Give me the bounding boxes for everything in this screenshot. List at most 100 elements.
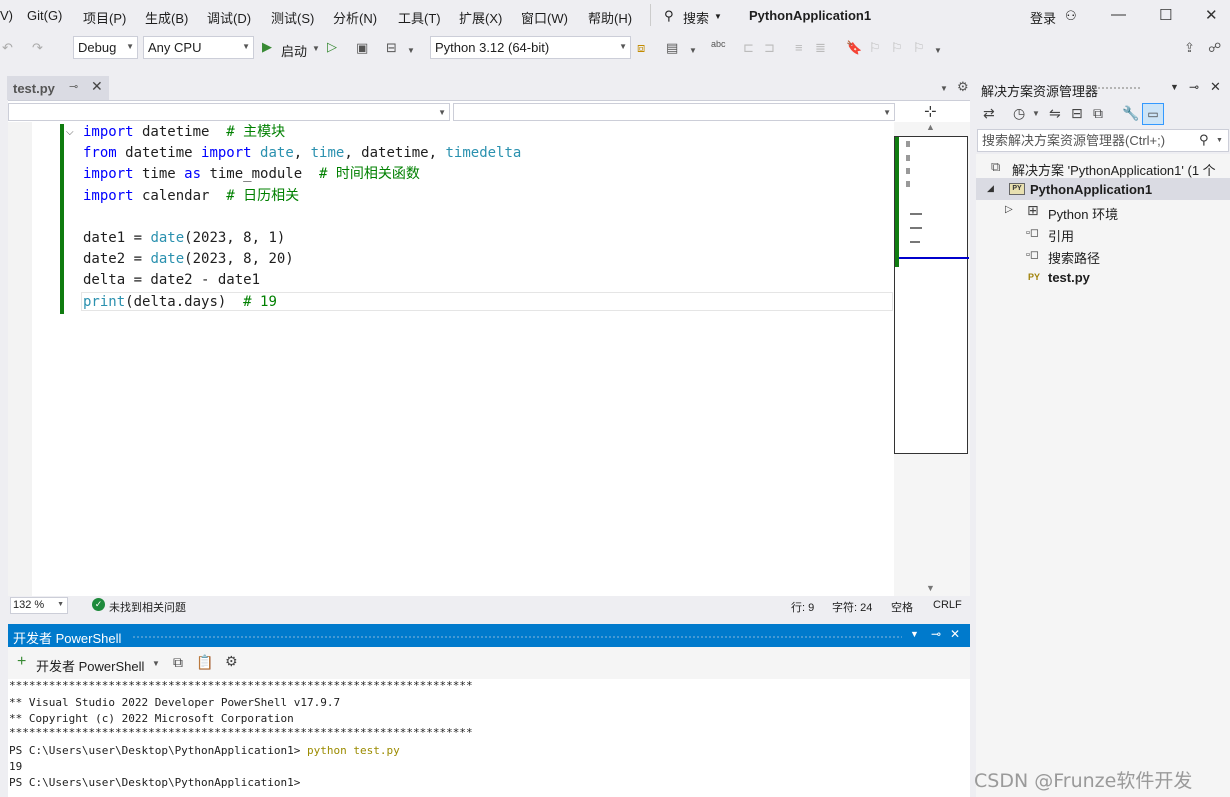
line-ending-indicator[interactable]: CRLF	[933, 599, 962, 611]
redo-icon[interactable]: ↷	[32, 40, 43, 56]
expanded-arrow-icon[interactable]: ◢	[987, 183, 994, 194]
tree-item-search-paths[interactable]: ▫◻ 搜索路径	[976, 244, 1230, 266]
paste-icon[interactable]: 📋	[196, 654, 213, 671]
maximize-button[interactable]: ☐	[1159, 6, 1172, 24]
scroll-down-icon[interactable]: ▼	[926, 583, 935, 593]
start-button[interactable]: 启动	[281, 41, 307, 60]
play-icon[interactable]: ▶	[262, 39, 272, 55]
scope-select[interactable]: ▼	[8, 103, 450, 121]
pin-icon[interactable]: ⊸	[1189, 80, 1199, 94]
gear-icon[interactable]: ⚙	[957, 79, 969, 95]
indent-icon[interactable]: ≣	[815, 40, 826, 56]
menu-item-view-partial[interactable]: V)	[0, 8, 13, 23]
line-indicator[interactable]: 行: 9	[791, 599, 814, 615]
close-icon[interactable]: ✕	[950, 627, 960, 641]
tree-item-project[interactable]: ◢ PY PythonApplication1	[976, 178, 1230, 200]
vertical-scrollbar-map[interactable]: ▲ ▼	[894, 122, 970, 596]
share-icon[interactable]: ⇪	[1184, 40, 1195, 56]
terminal-output[interactable]: ****************************************…	[8, 679, 970, 797]
search-menu-button[interactable]: 搜索	[683, 8, 709, 27]
tree-item-solution[interactable]: ⧉ 解决方案 'PythonApplication1' (1 个	[976, 156, 1230, 178]
comment-icon[interactable]: ⊏	[743, 40, 754, 56]
settings-icon[interactable]: ⚙	[225, 653, 238, 670]
publish-icon[interactable]: ▣	[356, 40, 368, 56]
pin-icon[interactable]: ⊸	[69, 80, 78, 93]
bookmark-icon[interactable]: 🔖	[846, 40, 862, 56]
menu-item-project[interactable]: 项目(P)	[83, 8, 126, 27]
window-layout-icon[interactable]: ⊟	[386, 40, 397, 56]
prev-bookmark-icon[interactable]: ⚐	[869, 40, 881, 56]
feedback-icon[interactable]: ☍	[1208, 40, 1221, 56]
tree-item-test-py[interactable]: PY test.py	[976, 266, 1230, 288]
zoom-select[interactable]: 132 % ▼	[10, 597, 68, 614]
sync-icon[interactable]: ⇋	[1049, 105, 1061, 122]
start-without-debug-icon[interactable]: ▷	[327, 39, 337, 55]
next-bookmark-icon[interactable]: ⚐	[891, 40, 903, 56]
chevron-down-icon[interactable]: ▼	[910, 629, 919, 639]
tree-item-references[interactable]: ▫◻ 引用	[976, 222, 1230, 244]
pin-icon[interactable]: ⊸	[931, 627, 941, 641]
menu-item-analyze[interactable]: 分析(N)	[333, 8, 377, 27]
add-icon[interactable]: +	[17, 653, 26, 671]
spellcheck-icon[interactable]: abc	[711, 39, 726, 49]
tab-test-py[interactable]: test.py ⊸ ✕	[7, 76, 109, 100]
chevron-down-icon[interactable]: ▼	[407, 46, 415, 55]
search-input[interactable]	[982, 132, 1202, 149]
member-select[interactable]: ▼	[453, 103, 895, 121]
split-editor-icon[interactable]: ⊹	[924, 102, 937, 120]
configuration-select[interactable]: Debug ▼	[73, 36, 138, 59]
minimize-button[interactable]: —	[1111, 6, 1126, 23]
chevron-down-icon[interactable]: ▼	[1170, 82, 1179, 92]
menu-item-git[interactable]: Git(G)	[27, 8, 62, 23]
python-environment-select[interactable]: Python 3.12 (64-bit) ▼	[430, 36, 631, 59]
collapsed-arrow-icon[interactable]: ▷	[1005, 204, 1013, 215]
close-icon[interactable]: ✕	[1210, 79, 1221, 95]
close-icon[interactable]: ✕	[91, 78, 103, 95]
tab-list-dropdown-icon[interactable]: ▼	[940, 84, 948, 93]
issues-status[interactable]: 未找到相关问题	[109, 599, 186, 615]
chevron-down-icon[interactable]: ▼	[1216, 137, 1223, 144]
clear-bookmarks-icon[interactable]: ⚐	[913, 40, 925, 56]
scroll-thumb-preview[interactable]	[894, 136, 969, 454]
collapse-all-icon[interactable]: ⊟	[1071, 105, 1083, 122]
menu-item-test[interactable]: 测试(S)	[271, 8, 314, 27]
search-icon[interactable]: ⚲	[1199, 132, 1209, 148]
uncomment-icon[interactable]: ⊐	[764, 40, 775, 56]
drag-grip[interactable]	[132, 635, 902, 639]
copy-icon[interactable]: ⧉	[173, 654, 183, 671]
solution-search-box[interactable]: ⚲ ▼	[977, 129, 1229, 152]
chevron-down-icon[interactable]: ▼	[1032, 109, 1040, 118]
char-indicator[interactable]: 字符: 24	[832, 599, 872, 615]
account-icon[interactable]: ⚇	[1065, 8, 1077, 24]
close-window-button[interactable]: ✕	[1205, 6, 1218, 24]
whitespace-indicator[interactable]: 空格	[891, 599, 913, 615]
outdent-icon[interactable]: ≡	[795, 40, 803, 55]
preview-icon[interactable]: ▭	[1142, 103, 1164, 125]
chevron-down-icon[interactable]: ▼	[152, 659, 160, 668]
search-icon[interactable]: ⚲	[664, 8, 674, 24]
chevron-down-icon[interactable]: ▼	[312, 44, 320, 53]
menu-item-help[interactable]: 帮助(H)	[588, 8, 632, 27]
chevron-down-icon[interactable]: ▼	[689, 46, 697, 55]
menu-item-debug[interactable]: 调试(D)	[207, 8, 251, 27]
menu-item-window[interactable]: 窗口(W)	[521, 8, 568, 27]
menu-item-build[interactable]: 生成(B)	[145, 8, 188, 27]
chevron-down-icon[interactable]: ▼	[934, 46, 942, 55]
history-icon[interactable]: ◷	[1013, 105, 1025, 122]
login-button[interactable]: 登录	[1030, 8, 1056, 27]
collapse-icon[interactable]: ⌵	[66, 127, 74, 138]
package-icon[interactable]: ⧈	[637, 40, 645, 56]
scroll-up-icon[interactable]: ▲	[926, 122, 935, 132]
menu-item-extensions[interactable]: 扩展(X)	[459, 8, 502, 27]
show-all-files-icon[interactable]: ⧉	[1093, 105, 1103, 122]
layout-icon[interactable]: ▤	[666, 40, 678, 56]
platform-select[interactable]: Any CPU ▼	[143, 36, 254, 59]
undo-icon[interactable]: ↶	[2, 40, 13, 56]
switch-views-icon[interactable]: ⇄	[983, 105, 995, 122]
new-powershell-button[interactable]: 开发者 PowerShell	[36, 656, 144, 675]
properties-icon[interactable]: 🔧	[1122, 105, 1139, 122]
tree-item-python-environments[interactable]: ▷ ⊞ Python 环境	[976, 200, 1230, 222]
drag-grip[interactable]	[1093, 86, 1141, 90]
code-editor[interactable]: ⌵ import datetime # 主模块 from datetime imp…	[8, 122, 894, 596]
menu-item-tools[interactable]: 工具(T)	[398, 8, 441, 27]
